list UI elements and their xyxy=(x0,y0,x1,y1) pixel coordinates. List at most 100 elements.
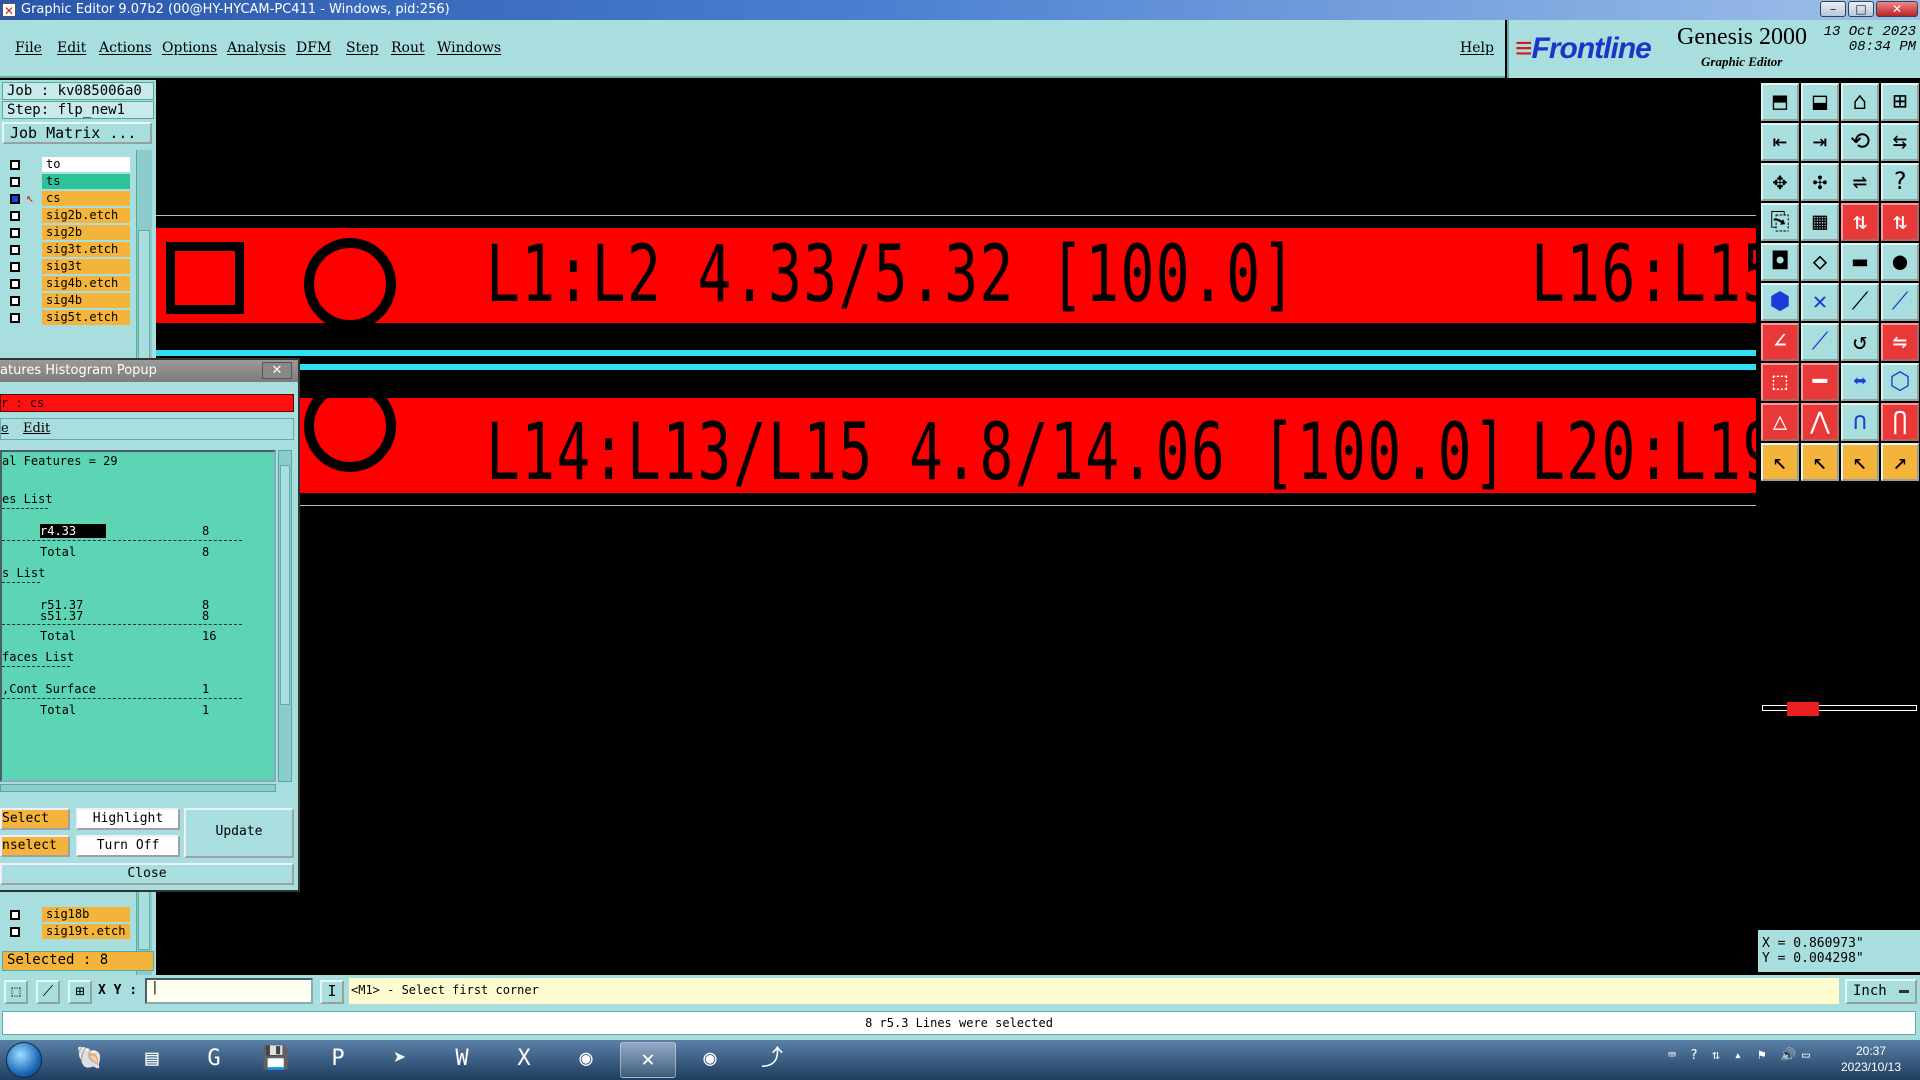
tool-button-icon[interactable]: ↖ xyxy=(1761,443,1799,481)
taskbar-word-icon[interactable]: W xyxy=(434,1042,490,1078)
layer-name[interactable]: sig3t.etch xyxy=(42,242,130,257)
layer-row[interactable]: to xyxy=(6,157,130,172)
tool-button-icon[interactable]: ⬒ xyxy=(1761,83,1799,121)
job-matrix-button[interactable]: Job Matrix ... xyxy=(2,122,152,144)
tool-button-icon[interactable]: ? xyxy=(1881,163,1919,201)
layer-name[interactable]: sig18b xyxy=(42,907,130,922)
overview-map[interactable] xyxy=(1762,702,1917,716)
tool-button-icon[interactable]: ⋂ xyxy=(1881,403,1919,441)
tool-button-icon[interactable]: ⟋ xyxy=(1881,283,1919,321)
tool-button-icon[interactable]: ✥ xyxy=(1761,163,1799,201)
tool-button-icon[interactable]: ∠ xyxy=(1761,323,1799,361)
layer-row[interactable]: ts xyxy=(6,174,130,189)
layer-checkbox[interactable] xyxy=(10,910,20,920)
tool-button-icon[interactable]: ━ xyxy=(1801,363,1839,401)
layer-name[interactable]: ts xyxy=(42,174,130,189)
tray-keyboard-icon[interactable]: ⌨ xyxy=(1668,1048,1676,1063)
tool-button-icon[interactable]: ⊞ xyxy=(1881,83,1919,121)
layer-name[interactable]: sig5t.etch xyxy=(42,310,130,325)
menu-actions[interactable]: Actions xyxy=(99,40,152,56)
square-pad[interactable] xyxy=(166,242,244,314)
layer-checkbox[interactable] xyxy=(10,279,20,289)
tool-button-icon[interactable]: ⇌ xyxy=(1841,163,1879,201)
tool-button-icon[interactable]: ⬓ xyxy=(1801,83,1839,121)
layer-row[interactable]: sig4b xyxy=(6,293,130,308)
popup-menu-file[interactable]: e xyxy=(1,419,9,439)
menu-file[interactable]: File xyxy=(15,40,42,56)
tool-button-icon[interactable]: ↺ xyxy=(1841,323,1879,361)
maximize-button[interactable]: □ xyxy=(1848,1,1874,17)
round-pad[interactable] xyxy=(304,380,396,472)
tool-button-icon[interactable]: ⇋ xyxy=(1881,323,1919,361)
line-feature-band-1[interactable]: L1:L2 4.33/5.32 [100.0] L16:L15 xyxy=(156,228,1756,330)
grid-icon[interactable]: ⊞ xyxy=(68,980,92,1004)
layer-checkbox[interactable] xyxy=(10,194,20,204)
tool-button-icon[interactable]: ✣ xyxy=(1801,163,1839,201)
cyan-line-1[interactable] xyxy=(156,350,1756,356)
tray-flag-icon[interactable]: ⚑ xyxy=(1758,1048,1766,1063)
menu-dfm[interactable]: DFM xyxy=(296,40,331,56)
tool-button-icon[interactable]: ⟲ xyxy=(1841,123,1879,161)
histogram-row-surface[interactable]: ,Cont Surface xyxy=(2,682,96,696)
menu-rout[interactable]: Rout xyxy=(391,40,425,56)
histogram-row-s51.37[interactable]: s51.37 xyxy=(40,609,83,623)
tool-button-icon[interactable]: ⬢ xyxy=(1761,283,1799,321)
layer-row[interactable]: sig3t xyxy=(6,259,130,274)
layer-row[interactable]: sig2b.etch xyxy=(6,208,130,223)
popup-close-icon[interactable]: ✕ xyxy=(262,362,292,379)
layer-row[interactable]: sig3t.etch xyxy=(6,242,130,257)
layer-row[interactable]: sig5t.etch xyxy=(6,310,130,325)
layer-name[interactable]: cs xyxy=(42,191,130,206)
tool-button-icon[interactable]: ● xyxy=(1881,243,1919,281)
start-button[interactable] xyxy=(6,1042,42,1078)
tool-button-icon[interactable]: ⟋ xyxy=(1841,283,1879,321)
taskbar-notepad-icon[interactable]: ▤ xyxy=(124,1042,180,1078)
tray-expand-icon[interactable]: ▴ xyxy=(1734,1048,1742,1063)
layer-name[interactable]: sig4b xyxy=(42,293,130,308)
unselect-button[interactable]: nselect xyxy=(0,835,70,857)
measure-icon[interactable]: ⟋ xyxy=(36,980,60,1004)
layer-name[interactable]: to xyxy=(42,157,130,172)
popup-close-button[interactable]: Close xyxy=(0,863,294,885)
menu-analysis[interactable]: Analysis xyxy=(227,40,286,56)
layer-name[interactable]: sig2b xyxy=(42,225,130,240)
menu-step[interactable]: Step xyxy=(346,40,378,56)
graphic-canvas[interactable]: L1:L2 4.33/5.32 [100.0] L16:L15 L14:L13/… xyxy=(156,80,1756,975)
tool-button-icon[interactable]: ◘ xyxy=(1761,243,1799,281)
tool-button-icon[interactable]: △ xyxy=(1761,403,1799,441)
xy-input[interactable]: | xyxy=(145,978,313,1004)
layer-row[interactable]: sig4b.etch xyxy=(6,276,130,291)
layer-checkbox[interactable] xyxy=(10,296,20,306)
layer-checkbox[interactable] xyxy=(10,927,20,937)
layer-name[interactable]: sig3t xyxy=(42,259,130,274)
menu-options[interactable]: Options xyxy=(162,40,217,56)
taskbar-pdf-editor-icon[interactable]: P xyxy=(310,1042,366,1078)
tool-button-icon[interactable]: ∩ xyxy=(1841,403,1879,441)
select-button[interactable]: Select xyxy=(0,808,70,830)
layer-row[interactable]: sig18b xyxy=(6,907,130,922)
tray-display-icon[interactable]: ▭ xyxy=(1802,1048,1810,1063)
tray-volume-icon[interactable]: 🔊 xyxy=(1780,1048,1796,1063)
tool-button-icon[interactable]: ⋀ xyxy=(1801,403,1839,441)
layer-row[interactable]: sig2b xyxy=(6,225,130,240)
tool-button-icon[interactable]: ⬚ xyxy=(1761,363,1799,401)
update-button[interactable]: Update xyxy=(184,808,294,858)
tool-button-icon[interactable]: ▬ xyxy=(1841,243,1879,281)
taskbar-shell-icon[interactable]: 🐚 xyxy=(62,1042,118,1078)
histogram-list[interactable]: al Features = 29 es List r4.33 8 Total 8… xyxy=(0,450,276,782)
turn-off-button[interactable]: Turn Off xyxy=(76,835,180,857)
popup-menu-edit[interactable]: Edit xyxy=(23,419,50,439)
tool-button-icon[interactable]: ⇤ xyxy=(1761,123,1799,161)
tray-help-icon[interactable]: ? xyxy=(1690,1048,1698,1063)
layer-name[interactable]: sig19t.etch xyxy=(42,924,130,939)
cyan-line-2[interactable] xyxy=(156,364,1756,370)
layer-checkbox[interactable] xyxy=(10,228,20,238)
tool-button-icon[interactable]: ⎘ xyxy=(1761,203,1799,241)
tray-clock[interactable]: 20:37 2023/10/13 xyxy=(1825,1043,1917,1075)
taskbar-excel-icon[interactable]: X xyxy=(496,1042,552,1078)
tool-button-icon[interactable]: ⇆ xyxy=(1881,123,1919,161)
tool-button-icon[interactable]: ⬌ xyxy=(1841,363,1879,401)
tool-button-icon[interactable]: ↗ xyxy=(1881,443,1919,481)
tool-button-icon[interactable]: ⬡ xyxy=(1881,363,1919,401)
close-window-button[interactable]: ✕ xyxy=(1876,1,1918,17)
